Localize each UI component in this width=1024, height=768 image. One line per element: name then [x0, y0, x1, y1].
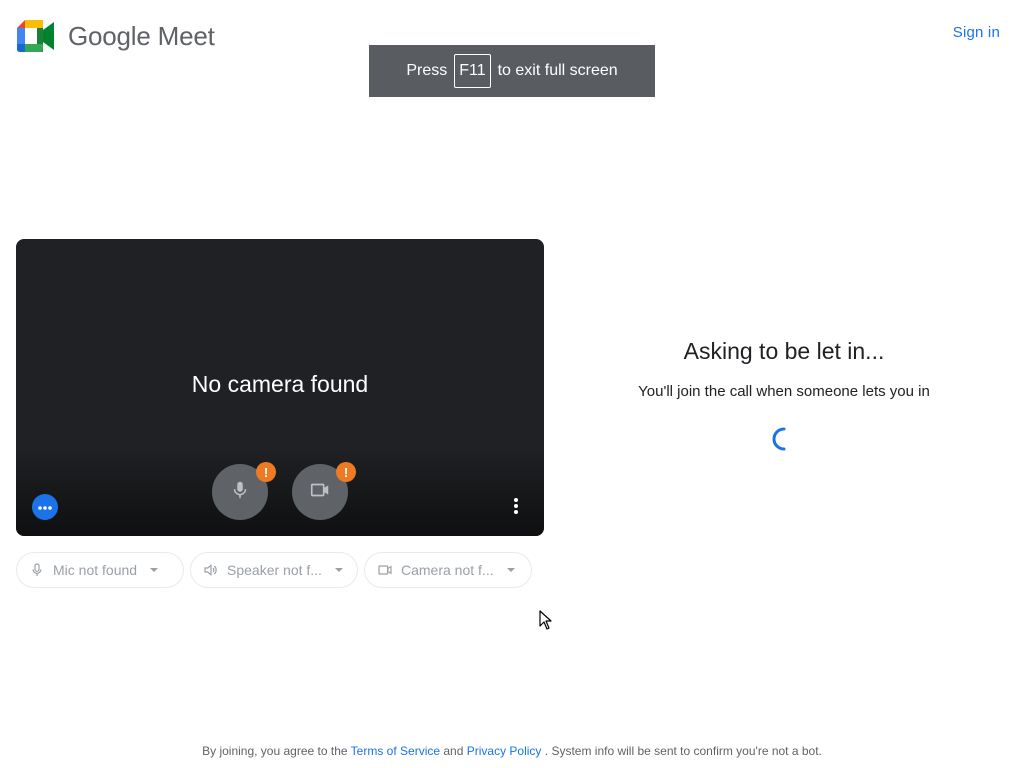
speaker-select-label: Speaker not f... [227, 562, 322, 578]
preview-gradient [16, 446, 544, 536]
camera-toggle-button[interactable]: ! [292, 462, 356, 520]
no-camera-message: No camera found [191, 371, 369, 397]
toast-text-after: to exit full screen [497, 62, 618, 79]
camera-icon [309, 479, 331, 506]
video-preview: No camera found ! ! [16, 239, 544, 536]
join-status-title: Asking to be let in... [683, 338, 885, 364]
caret-down-icon [506, 567, 516, 573]
toast-text-before: Press [406, 62, 448, 79]
privacy-policy-link[interactable]: Privacy Policy [467, 744, 542, 758]
google-meet-logo[interactable]: Google Meet [17, 20, 215, 52]
effects-icon [37, 498, 53, 516]
join-status-panel: Asking to be let in... You'll join the c… [624, 336, 944, 454]
mouse-cursor-icon [539, 610, 553, 635]
mic-icon [229, 479, 251, 506]
camera-icon [377, 562, 393, 578]
spinner-icon [769, 424, 799, 454]
brand-name: Google Meet [68, 20, 215, 51]
camera-select[interactable]: Camera not f... [364, 552, 532, 588]
speaker-select[interactable]: Speaker not f... [190, 552, 358, 588]
sign-in-button[interactable]: Sign in [953, 24, 1000, 41]
footer-prefix: By joining, you agree to the [202, 744, 348, 758]
footer-and: and [443, 744, 464, 758]
mic-toggle-button[interactable]: ! [212, 462, 276, 520]
caret-down-icon [149, 567, 159, 573]
camera-warning-icon: ! [336, 462, 356, 482]
toast-key: F11 [454, 54, 491, 88]
device-selectors: Mic not found Speaker not f... Camera no… [16, 552, 538, 588]
join-status-subtitle: You'll join the call when someone lets y… [638, 383, 930, 400]
caret-down-icon [334, 567, 344, 573]
mic-select[interactable]: Mic not found [16, 552, 184, 588]
more-options-button[interactable] [506, 497, 526, 519]
fullscreen-toast: Press F11 to exit full screen [369, 45, 655, 97]
camera-select-label: Camera not f... [401, 562, 494, 578]
mic-warning-icon: ! [256, 462, 276, 482]
meet-logo-icon [17, 20, 55, 52]
mic-icon [29, 562, 45, 578]
speaker-icon [203, 562, 219, 578]
footer-suffix: . System info will be sent to confirm yo… [544, 744, 822, 758]
legal-footer: By joining, you agree to the Terms of Se… [0, 744, 1024, 758]
more-vert-icon [513, 497, 519, 520]
terms-of-service-link[interactable]: Terms of Service [351, 744, 440, 758]
mic-select-label: Mic not found [53, 562, 138, 578]
visual-effects-button[interactable] [32, 494, 58, 520]
